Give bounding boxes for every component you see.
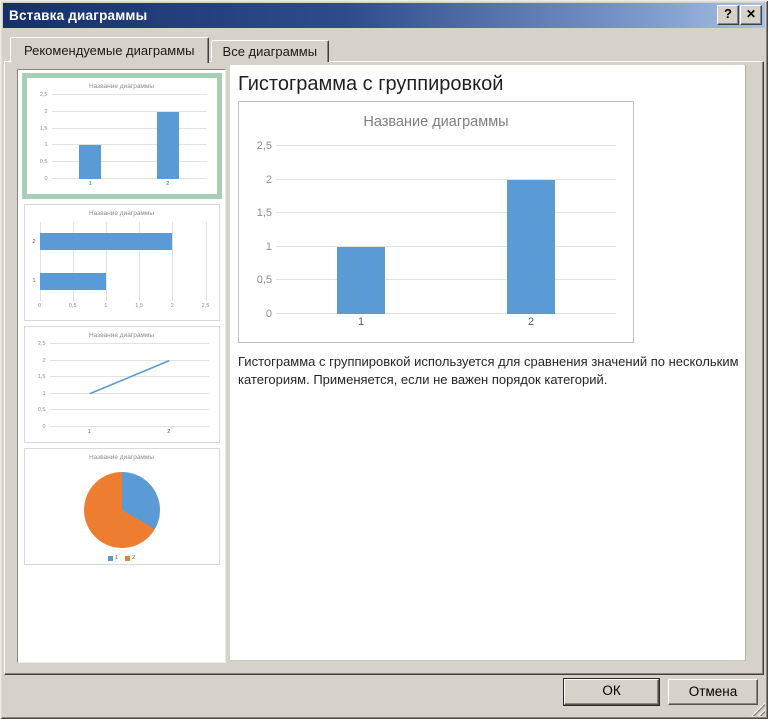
chart-title: Название диаграммы [88, 210, 155, 217]
axis-tick-label: 1 [44, 142, 48, 149]
legend-item: 2 [125, 555, 135, 561]
chart-legend: 12 [25, 555, 219, 561]
axis-tick-label: 0 [37, 303, 42, 309]
plot-area: 0 0,5 1 1,5 2 2,5 1 2 [257, 140, 616, 328]
chart-title: Название диаграммы [88, 454, 155, 461]
insert-chart-dialog: { "window": { "title": "Вставка диаграмм… [0, 0, 768, 719]
axis-tick-label: 2 [42, 357, 46, 364]
axis-tick-label: 0,5 [39, 159, 48, 166]
gridline [276, 212, 616, 214]
axis-tick-label: 2,5 [201, 303, 210, 309]
thumbnail-column-chart-preview: Название диаграммы 0 0,5 1 1,5 2 2,5 1 2 [27, 78, 217, 194]
legend-label: 1 [114, 555, 118, 561]
plot-area: 0 0,5 1 1,5 2 2,5 1 2 [32, 222, 209, 309]
bar [156, 111, 179, 179]
gridline [51, 94, 207, 95]
gridline [172, 222, 174, 301]
tab-label: Все диаграммы [222, 44, 318, 59]
gridline [51, 161, 207, 163]
cancel-button[interactable]: Отмена [668, 679, 758, 705]
gridline [51, 178, 207, 179]
tab-recommended-charts[interactable]: Рекомендуемые диаграммы [10, 37, 209, 63]
axis-category-label: 2 [32, 238, 36, 245]
gridline [205, 222, 207, 301]
chart-title: Название диаграммы [363, 114, 509, 130]
bar [39, 233, 173, 251]
legend-swatch [125, 555, 130, 561]
thumbnail-pie-chart[interactable]: Название диаграммы 1 2 [23, 448, 220, 565]
axis-tick-label: 2 [170, 303, 174, 309]
axis-tick-label: 0 [265, 308, 272, 320]
axis-tick-label: 2 [44, 108, 48, 115]
bar [337, 246, 385, 314]
axis-category-label: 2 [527, 316, 535, 328]
thumbnail-horizontal-bar-chart[interactable]: Название диаграммы 0 0,5 1 1,5 2 2,5 1 2 [23, 204, 220, 321]
chart-detail-panel: Гистограмма с группировкой Название диаг… [230, 65, 746, 661]
tab-page: Название диаграммы 0 0,5 1 1,5 2 2,5 1 2 Названи… [4, 61, 764, 675]
help-icon[interactable]: ? [717, 5, 739, 25]
ok-button[interactable]: ОК [563, 678, 660, 706]
close-icon[interactable]: ✕ [740, 5, 762, 25]
thumbnail-pie-chart-preview: Название диаграммы 1 2 [25, 449, 219, 564]
gridline [276, 178, 616, 180]
gridline [276, 245, 616, 247]
gridline [276, 145, 616, 146]
axis-tick-label: 1 [265, 240, 272, 253]
window-title: Вставка диаграммы [9, 8, 148, 23]
axis-category-label: 1 [87, 429, 91, 435]
line-series [50, 344, 209, 427]
axis-tick-label: 1 [42, 390, 46, 397]
axis-tick-label: 1,5 [256, 207, 272, 220]
thumbnail-clustered-column-chart[interactable]: Название диаграммы 0 0,5 1 1,5 2 2,5 1 2 [21, 73, 222, 199]
axis-tick-label: 1,5 [37, 374, 46, 381]
pie-chart [83, 471, 160, 548]
legend-label: 2 [132, 555, 136, 561]
gridline [276, 313, 616, 314]
chart-preview-box: Название диаграммы 0 0,5 1 1,5 2 2,5 1 2 [238, 101, 634, 343]
thumbnail-line-chart-preview: Название диаграммы 0 0,5 1 1,5 2 2,5 1 2 [25, 327, 219, 442]
axis-tick-label: 2,5 [37, 341, 46, 347]
axis-category-label: 2 [166, 181, 170, 187]
plot-area: 0 0,5 1 1,5 2 2,5 1 2 [40, 92, 207, 187]
legend-item: 1 [107, 555, 118, 561]
axis-tick-label: 1 [104, 303, 108, 309]
axis-category-label: 2 [167, 429, 171, 435]
thumbnail-bar-chart-preview: Название диаграммы 0 0,5 1 1,5 2 2,5 1 2 [25, 205, 219, 320]
chart-type-description: Гистограмма с группировкой используется … [238, 354, 739, 387]
axis-tick-label: 2 [265, 173, 272, 186]
thumbnail-line-chart[interactable]: Название диаграммы 0 0,5 1 1,5 2 2,5 1 2 [23, 326, 220, 443]
bar [39, 272, 106, 290]
gridline [51, 144, 207, 146]
axis-tick-label: 0,5 [68, 303, 77, 309]
axis-tick-label: 0,5 [37, 407, 46, 414]
axis-tick-label: 1,5 [39, 125, 48, 132]
axis-tick-label: 0 [44, 176, 48, 182]
plot-area: 0 0,5 1 1,5 2 2,5 1 2 [38, 341, 209, 435]
axis-category-label: 1 [357, 316, 365, 328]
chart-thumbnail-list: Название диаграммы 0 0,5 1 1,5 2 2,5 1 2 Названи… [17, 69, 226, 663]
title-bar[interactable]: Вставка диаграммы [3, 3, 765, 28]
gridline [51, 110, 207, 112]
clustered-column-chart-preview: Название диаграммы 0 0,5 1 1,5 2 2,5 1 2 [239, 102, 633, 342]
tab-all-charts[interactable]: Все диаграммы [210, 40, 330, 62]
chart-title: Название диаграммы [88, 83, 155, 90]
tab-strip: Рекомендуемые диаграммы Все диаграммы [10, 37, 331, 63]
tab-label: Рекомендуемые диаграммы [24, 43, 195, 58]
axis-category-label: 1 [32, 278, 36, 285]
bar [507, 179, 555, 314]
axis-category-label: 1 [88, 181, 92, 187]
axis-tick-label: 0,5 [256, 274, 272, 287]
gridline [276, 279, 616, 281]
chart-title: Название диаграммы [88, 332, 155, 339]
axis-tick-label: 1,5 [135, 303, 143, 309]
axis-tick-label: 2,5 [256, 140, 272, 152]
gridline [51, 127, 207, 129]
axis-tick-label: 2,5 [39, 92, 48, 98]
chart-type-heading: Гистограмма с группировкой [238, 73, 504, 95]
legend-swatch [107, 555, 113, 561]
axis-tick-label: 0 [42, 424, 46, 430]
bar [79, 145, 102, 179]
